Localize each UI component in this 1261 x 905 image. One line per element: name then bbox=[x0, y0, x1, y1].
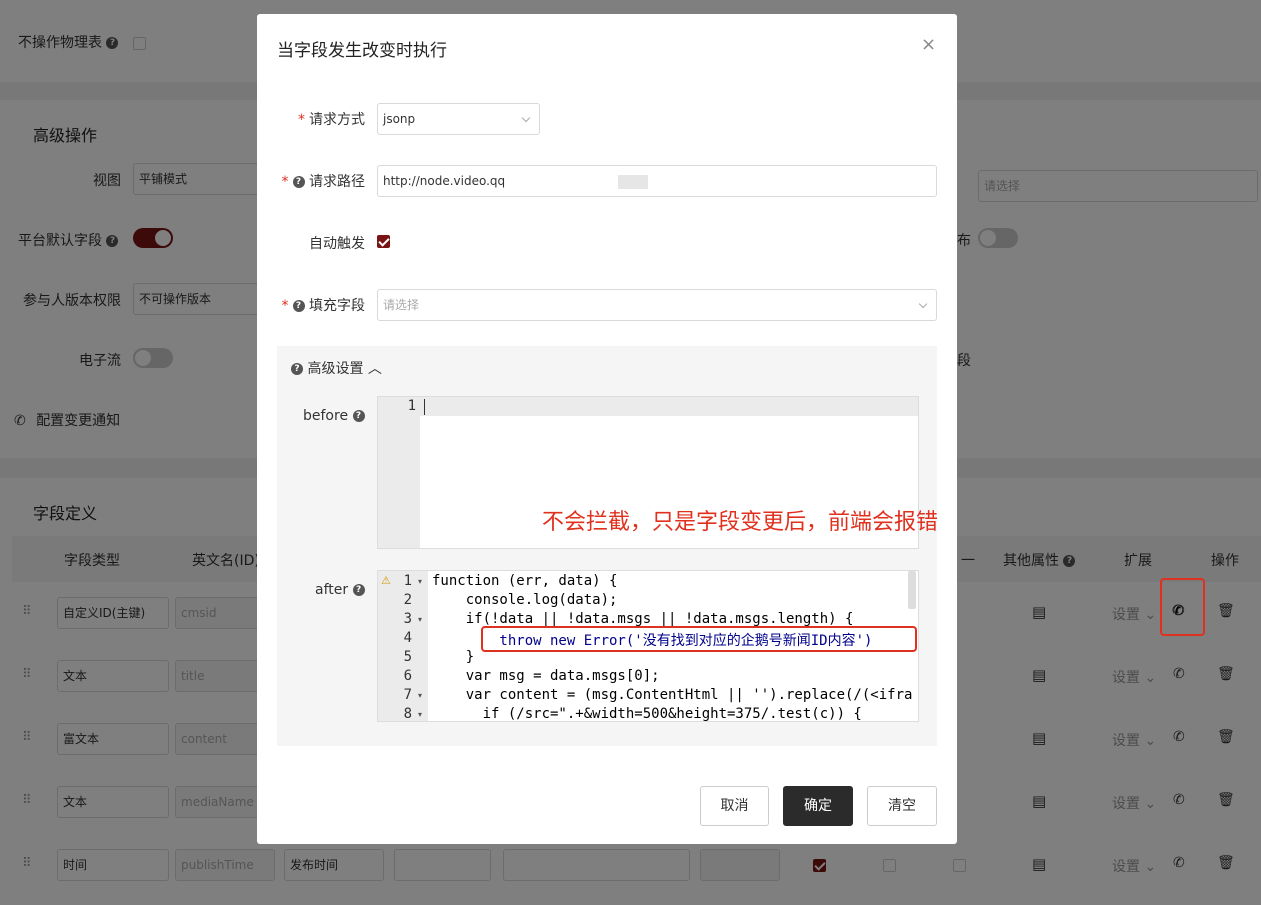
fold-icon[interactable]: ▾ bbox=[418, 577, 422, 586]
fill-field-text: 填充字段 bbox=[309, 298, 365, 314]
auto-trigger-label: 自动触发 bbox=[309, 236, 365, 252]
line-number: 6 bbox=[403, 668, 412, 684]
before-text: before bbox=[303, 408, 349, 424]
request-method-select[interactable]: jsonp bbox=[377, 103, 540, 135]
redacted-block bbox=[618, 175, 648, 189]
active-line bbox=[420, 397, 918, 416]
code-line: var msg = data.msgs[0]; bbox=[432, 668, 660, 684]
fold-icon[interactable]: ▾ bbox=[418, 615, 422, 624]
request-method-text: 请求方式 bbox=[309, 112, 365, 128]
help-icon[interactable]: ? bbox=[292, 300, 305, 312]
line-number: 1 bbox=[407, 398, 416, 414]
line-number: 4 bbox=[403, 630, 412, 646]
request-path-text: 请求路径 bbox=[309, 174, 365, 190]
auto-trigger-checkbox[interactable] bbox=[377, 234, 390, 249]
fill-field-select[interactable]: 请选择 bbox=[377, 289, 937, 321]
advanced-toggle[interactable]: ? 高级设置 ︿ bbox=[291, 358, 382, 378]
confirm-button[interactable]: 确定 bbox=[783, 786, 853, 826]
request-method-label: * 请求方式 bbox=[298, 112, 365, 128]
fold-icon[interactable]: ▾ bbox=[418, 710, 422, 719]
code-line: var content = (msg.ContentHtml || '').re… bbox=[432, 687, 913, 703]
advanced-panel: ? 高级设置 ︿ before ? 1 不会拦截，只是字段变更后，前端会报错 a… bbox=[277, 346, 938, 746]
line-number: 2 bbox=[403, 592, 412, 608]
line-number: 8 bbox=[403, 706, 412, 722]
advanced-label: 高级设置 bbox=[307, 361, 364, 377]
request-path-input[interactable]: http://node.video.qq bbox=[377, 165, 937, 197]
line-number: 1 bbox=[403, 573, 412, 589]
checkbox[interactable] bbox=[377, 235, 390, 248]
chevron-up-icon: ︿ bbox=[367, 361, 382, 377]
fold-icon[interactable]: ▾ bbox=[418, 691, 422, 700]
line-number: 3 bbox=[403, 611, 412, 627]
help-icon[interactable]: ? bbox=[292, 176, 305, 188]
before-label: before ? bbox=[303, 408, 365, 424]
code-line: function (err, data) { bbox=[432, 573, 618, 589]
chevron-down-icon bbox=[918, 299, 928, 309]
code-line: if(!data || !data.msgs || !data.msgs.len… bbox=[432, 611, 854, 627]
editor-gutter bbox=[378, 397, 420, 548]
help-icon[interactable]: ? bbox=[291, 363, 303, 375]
fill-field-label: *? 填充字段 bbox=[281, 298, 365, 314]
code-line: } bbox=[432, 649, 475, 665]
code-line: console.log(data); bbox=[432, 592, 618, 608]
cursor bbox=[424, 399, 425, 415]
change-handler-modal: 当字段发生改变时执行 × * 请求方式 jsonp *? 请求路径 http://… bbox=[257, 14, 957, 844]
annotation-text: 不会拦截，只是字段变更后，前端会报错 bbox=[542, 510, 939, 535]
after-text: after bbox=[315, 582, 349, 598]
modal-title: 当字段发生改变时执行 bbox=[277, 41, 447, 61]
request-path-value: http://node.video.qq bbox=[383, 174, 506, 188]
request-method-value: jsonp bbox=[383, 112, 416, 126]
clear-button[interactable]: 清空 bbox=[867, 786, 937, 826]
help-icon[interactable]: ? bbox=[352, 584, 365, 596]
scrollbar[interactable] bbox=[908, 571, 916, 609]
line-number: 7 bbox=[403, 687, 412, 703]
code-line: if (/src=".+&width=500&height=375/.test(… bbox=[432, 706, 862, 722]
request-path-label: *? 请求路径 bbox=[281, 174, 365, 190]
chevron-down-icon bbox=[521, 113, 531, 123]
help-icon[interactable]: ? bbox=[352, 410, 365, 422]
after-label: after ? bbox=[315, 582, 365, 598]
cancel-button[interactable]: 取消 bbox=[700, 786, 769, 826]
line-number: 5 bbox=[403, 649, 412, 665]
phone-icon[interactable]: ✆ bbox=[1172, 603, 1184, 619]
annotation-box bbox=[481, 626, 917, 652]
fill-field-placeholder: 请选择 bbox=[383, 298, 420, 312]
close-icon[interactable]: × bbox=[921, 34, 936, 55]
